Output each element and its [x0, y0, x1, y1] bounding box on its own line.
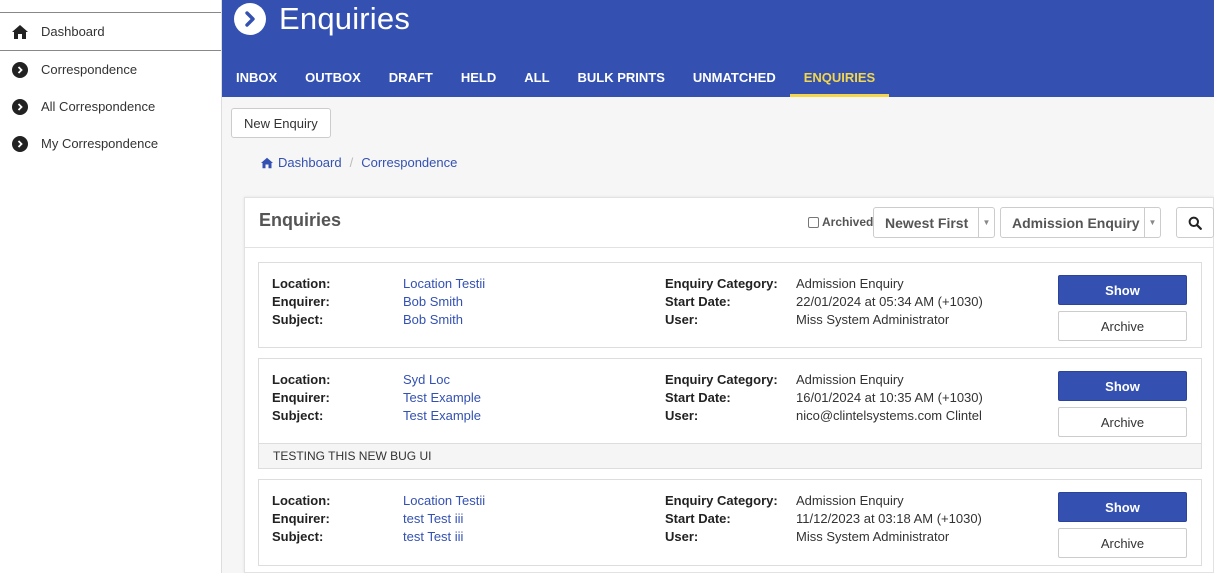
tab-bulk-prints[interactable]: BULK PRINTS: [564, 58, 679, 97]
user-value: Miss System Administrator: [796, 529, 950, 544]
tab-inbox[interactable]: INBOX: [222, 58, 291, 97]
page-title-text: Enquiries: [279, 1, 411, 36]
tab-draft[interactable]: DRAFT: [375, 58, 447, 97]
sidebar-item-label: Correspondence: [41, 62, 138, 77]
home-icon: [261, 157, 273, 168]
search-button[interactable]: [1176, 207, 1214, 238]
tab-all[interactable]: ALL: [510, 58, 563, 97]
sidebar-item-label: Dashboard: [41, 24, 105, 39]
sort-select[interactable]: Newest First ▼: [873, 207, 995, 238]
user-value: Miss System Administrator: [796, 312, 950, 327]
archive-button[interactable]: Archive: [1058, 528, 1187, 558]
archived-checkbox[interactable]: [808, 216, 819, 228]
sort-select-value: Newest First: [885, 214, 969, 231]
category-value: Admission Enquiry: [796, 276, 904, 291]
breadcrumb: Dashboard / Correspondence: [260, 155, 457, 170]
caret-down-icon: ▼: [978, 208, 994, 237]
location-label: Location:: [272, 276, 331, 291]
subject-label: Subject:: [272, 408, 324, 423]
sidebar-item-my-correspondence[interactable]: My Correspondence: [0, 125, 221, 162]
enquiry-card: Location: Enquirer: Subject: Location Te…: [258, 479, 1202, 566]
enquirer-label: Enquirer:: [272, 390, 330, 405]
start-date-value: 22/01/2024 at 05:34 AM (+1030): [796, 294, 983, 309]
start-date-label: Start Date:: [665, 511, 731, 526]
enquirer-label: Enquirer:: [272, 511, 330, 526]
page-title: Enquiries: [234, 0, 410, 38]
enquirer-link[interactable]: Test Example: [403, 389, 481, 407]
chevron-circle-right-icon: [234, 3, 266, 35]
category-value: Admission Enquiry: [796, 493, 904, 508]
category-label: Enquiry Category:: [665, 493, 778, 508]
tab-bar: INBOX OUTBOX DRAFT HELD ALL BULK PRINTS …: [222, 58, 890, 97]
category-select-value: Admission Enquiry: [1012, 214, 1140, 231]
user-label: User:: [665, 529, 699, 544]
enquirer-link[interactable]: Bob Smith: [403, 293, 463, 311]
enquiry-card: Location: Enquirer: Subject: Syd Loc Tes…: [258, 358, 1202, 469]
start-date-label: Start Date:: [665, 390, 731, 405]
chevron-circle-right-icon: [10, 97, 30, 117]
panel-title: Enquiries: [259, 210, 342, 230]
user-label: User:: [665, 408, 699, 423]
enquiry-note: TESTING THIS NEW BUG UI: [259, 443, 1201, 468]
location-label: Location:: [272, 372, 331, 387]
sidebar-item-label: My Correspondence: [41, 136, 159, 151]
home-icon: [10, 22, 30, 42]
enquiries-panel: Enquiries Archived Newest First ▼ Admiss…: [244, 197, 1214, 573]
archive-button[interactable]: Archive: [1058, 311, 1187, 341]
subject-label: Subject:: [272, 312, 324, 327]
location-label: Location:: [272, 493, 331, 508]
location-link[interactable]: Syd Loc: [403, 371, 450, 389]
sidebar-item-dashboard[interactable]: Dashboard: [0, 12, 221, 51]
search-icon: [1188, 216, 1202, 230]
tab-held[interactable]: HELD: [447, 58, 510, 97]
panel-header: Enquiries Archived Newest First ▼ Admiss…: [245, 198, 1214, 248]
user-value: nico@clintelsystems.com Clintel: [796, 408, 982, 423]
start-date-value: 11/12/2023 at 03:18 AM (+1030): [796, 511, 982, 526]
subject-label: Subject:: [272, 529, 324, 544]
main-content: New Enquiry Dashboard / Correspondence E…: [222, 97, 1214, 573]
user-label: User:: [665, 312, 699, 327]
archived-filter[interactable]: Archived: [808, 215, 873, 229]
breadcrumb-separator: /: [349, 155, 354, 170]
archived-label: Archived: [822, 215, 874, 229]
breadcrumb-dashboard-label: Dashboard: [278, 155, 342, 170]
sidebar-item-label: All Correspondence: [41, 99, 156, 114]
new-enquiry-button[interactable]: New Enquiry: [231, 108, 331, 138]
category-label: Enquiry Category:: [665, 276, 778, 291]
enquiry-card: Location: Enquirer: Subject: Location Te…: [258, 262, 1202, 348]
subject-link[interactable]: Bob Smith: [403, 311, 463, 329]
chevron-circle-right-icon: [10, 60, 30, 80]
subject-link[interactable]: Test Example: [403, 407, 481, 425]
caret-down-icon: ▼: [1144, 208, 1160, 237]
tab-enquiries[interactable]: ENQUIRIES: [789, 58, 890, 97]
breadcrumb-dashboard[interactable]: Dashboard: [260, 155, 342, 170]
start-date-value: 16/01/2024 at 10:35 AM (+1030): [796, 390, 983, 405]
location-link[interactable]: Location Testii: [403, 492, 485, 510]
sidebar-item-all-correspondence[interactable]: All Correspondence: [0, 88, 221, 125]
sidebar-item-correspondence[interactable]: Correspondence: [0, 51, 221, 88]
start-date-label: Start Date:: [665, 294, 731, 309]
enquirer-label: Enquirer:: [272, 294, 330, 309]
show-button[interactable]: Show: [1058, 275, 1187, 305]
category-select[interactable]: Admission Enquiry ▼: [1000, 207, 1161, 238]
sidebar: Dashboard Correspondence All Corresponde…: [0, 0, 222, 573]
category-value: Admission Enquiry: [796, 372, 904, 387]
category-label: Enquiry Category:: [665, 372, 778, 387]
tab-unmatched[interactable]: UNMATCHED: [679, 58, 790, 97]
breadcrumb-correspondence[interactable]: Correspondence: [361, 155, 457, 170]
show-button[interactable]: Show: [1058, 371, 1187, 401]
header-bar: Enquiries INBOX OUTBOX DRAFT HELD ALL BU…: [222, 0, 1214, 97]
enquirer-link[interactable]: test Test iii: [403, 510, 463, 528]
subject-link[interactable]: test Test iii: [403, 528, 463, 546]
tab-outbox[interactable]: OUTBOX: [291, 58, 375, 97]
archive-button[interactable]: Archive: [1058, 407, 1187, 437]
show-button[interactable]: Show: [1058, 492, 1187, 522]
chevron-circle-right-icon: [10, 134, 30, 154]
location-link[interactable]: Location Testii: [403, 275, 485, 293]
